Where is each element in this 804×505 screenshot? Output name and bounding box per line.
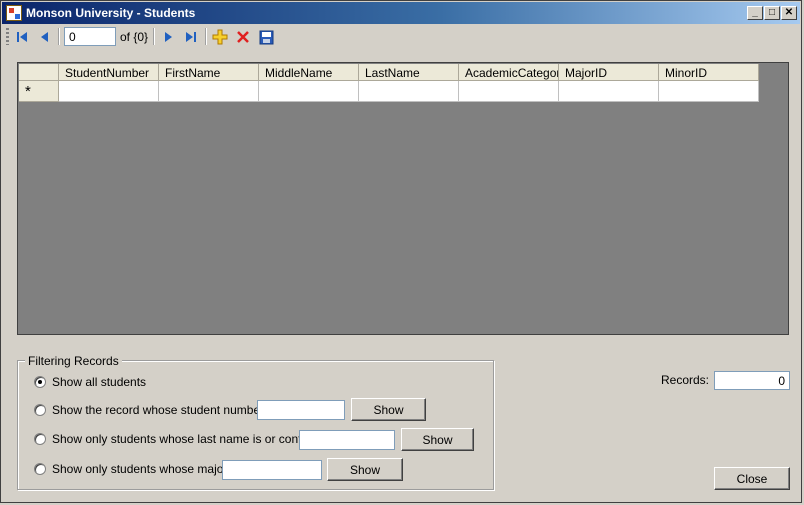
maximize-button[interactable]: □ (764, 6, 780, 20)
records-count-field[interactable]: 0 (714, 371, 790, 390)
column-header-minor-id[interactable]: MinorID (659, 64, 759, 81)
radio-student-number[interactable]: Show the record whose student number is (34, 402, 276, 418)
position-input[interactable] (64, 27, 116, 46)
radio-major[interactable]: Show only students whose major is (34, 461, 239, 477)
radio-label: Show the record whose student number is (52, 403, 277, 417)
radio-circle[interactable] (34, 376, 46, 388)
radio-label: Show only students whose major is (52, 462, 240, 476)
show-last-name-button[interactable]: Show (401, 428, 474, 451)
binding-navigator: of {0} (2, 24, 800, 49)
move-previous-button[interactable] (35, 27, 55, 47)
column-header-student-number[interactable]: StudentNumber (59, 64, 159, 81)
last-name-input[interactable] (299, 430, 395, 450)
move-next-button[interactable] (158, 27, 178, 47)
show-student-number-button[interactable]: Show (351, 398, 426, 421)
app-icon[interactable] (6, 5, 22, 21)
new-row-header[interactable]: * (19, 81, 59, 102)
students-data-grid[interactable]: StudentNumber FirstName MiddleName LastN… (17, 62, 789, 335)
window-title: Monson University - Students (26, 6, 196, 20)
student-number-input[interactable] (257, 400, 345, 420)
move-first-icon (17, 32, 27, 42)
toolbar-separator (58, 28, 60, 45)
radio-circle[interactable] (34, 404, 46, 416)
delete-button[interactable] (233, 27, 253, 47)
new-row-cell[interactable] (259, 81, 359, 102)
radio-show-all[interactable]: Show all students (34, 374, 146, 390)
column-header-academic-category[interactable]: AcademicCategory (459, 64, 559, 81)
column-header-first-name[interactable]: FirstName (159, 64, 259, 81)
new-row-cell[interactable] (159, 81, 259, 102)
new-row-cell[interactable] (359, 81, 459, 102)
minimize-button[interactable]: _ (747, 6, 763, 20)
save-button[interactable] (256, 27, 276, 47)
move-previous-icon (41, 32, 48, 42)
toolbar-separator (205, 28, 207, 45)
count-label: of {0} (120, 30, 149, 44)
move-last-button[interactable] (181, 27, 201, 47)
toolbar-separator (153, 28, 155, 45)
major-input[interactable] (222, 460, 322, 480)
move-last-icon (186, 32, 196, 42)
close-button[interactable]: Close (714, 467, 790, 490)
show-major-button[interactable]: Show (327, 458, 403, 481)
radio-label: Show only students whose last name is or… (52, 432, 324, 446)
delete-icon (237, 31, 249, 43)
move-first-button[interactable] (12, 27, 32, 47)
add-new-icon (212, 29, 228, 45)
new-row-cell[interactable] (559, 81, 659, 102)
main-window: Monson University - Students _ □ ✕ of {0… (0, 0, 802, 503)
toolbar-grip-icon[interactable] (6, 28, 9, 45)
records-label: Records: (661, 373, 710, 387)
new-row-cell[interactable] (59, 81, 159, 102)
save-icon (259, 30, 273, 44)
column-header-middle-name[interactable]: MiddleName (259, 64, 359, 81)
grid-corner[interactable] (19, 64, 59, 81)
title-bar[interactable]: Monson University - Students _ □ ✕ (2, 2, 800, 24)
add-new-button[interactable] (210, 27, 230, 47)
column-header-major-id[interactable]: MajorID (559, 64, 659, 81)
column-header-last-name[interactable]: LastName (359, 64, 459, 81)
new-row-cell[interactable] (659, 81, 759, 102)
radio-last-name[interactable]: Show only students whose last name is or… (34, 431, 323, 447)
new-row-cell[interactable] (459, 81, 559, 102)
radio-circle[interactable] (34, 463, 46, 475)
close-window-button[interactable]: ✕ (781, 6, 797, 20)
radio-circle[interactable] (34, 433, 46, 445)
radio-label: Show all students (52, 375, 147, 389)
group-legend: Filtering Records (25, 354, 122, 368)
move-next-icon (165, 32, 172, 42)
